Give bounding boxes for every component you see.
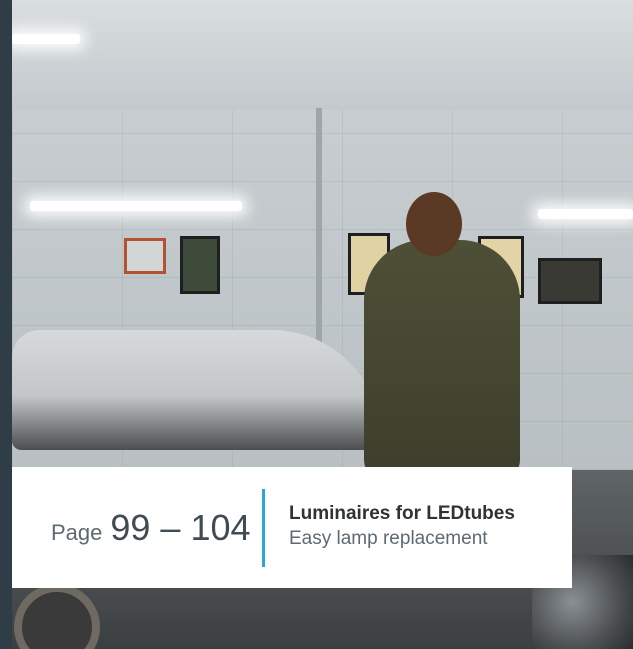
accent-divider [262, 489, 265, 567]
caption-title: Luminaires for LEDtubes [289, 503, 515, 524]
page-frame: Page 99 – 104 Luminaires for LEDtubes Ea… [0, 0, 633, 649]
wall-picture [124, 238, 166, 274]
person-head [406, 192, 462, 256]
ceiling [12, 0, 633, 110]
page-range: 99 – 104 [110, 507, 251, 548]
caption-box: Page 99 – 104 Luminaires for LEDtubes Ea… [12, 467, 572, 588]
led-tube-light [12, 34, 80, 44]
led-tube-light [30, 201, 242, 211]
person [364, 240, 520, 480]
wall-picture [180, 236, 220, 294]
conduit-pipe [316, 108, 322, 353]
page-label: Page [51, 520, 103, 545]
page-reference: Page 99 – 104 [51, 507, 251, 553]
led-tube-light [538, 209, 633, 219]
caption-subtitle: Easy lamp replacement [289, 528, 488, 549]
caption-text: Luminaires for LEDtubes Easy lamp replac… [289, 502, 515, 552]
wall-picture [538, 258, 602, 304]
covered-car [12, 330, 382, 450]
